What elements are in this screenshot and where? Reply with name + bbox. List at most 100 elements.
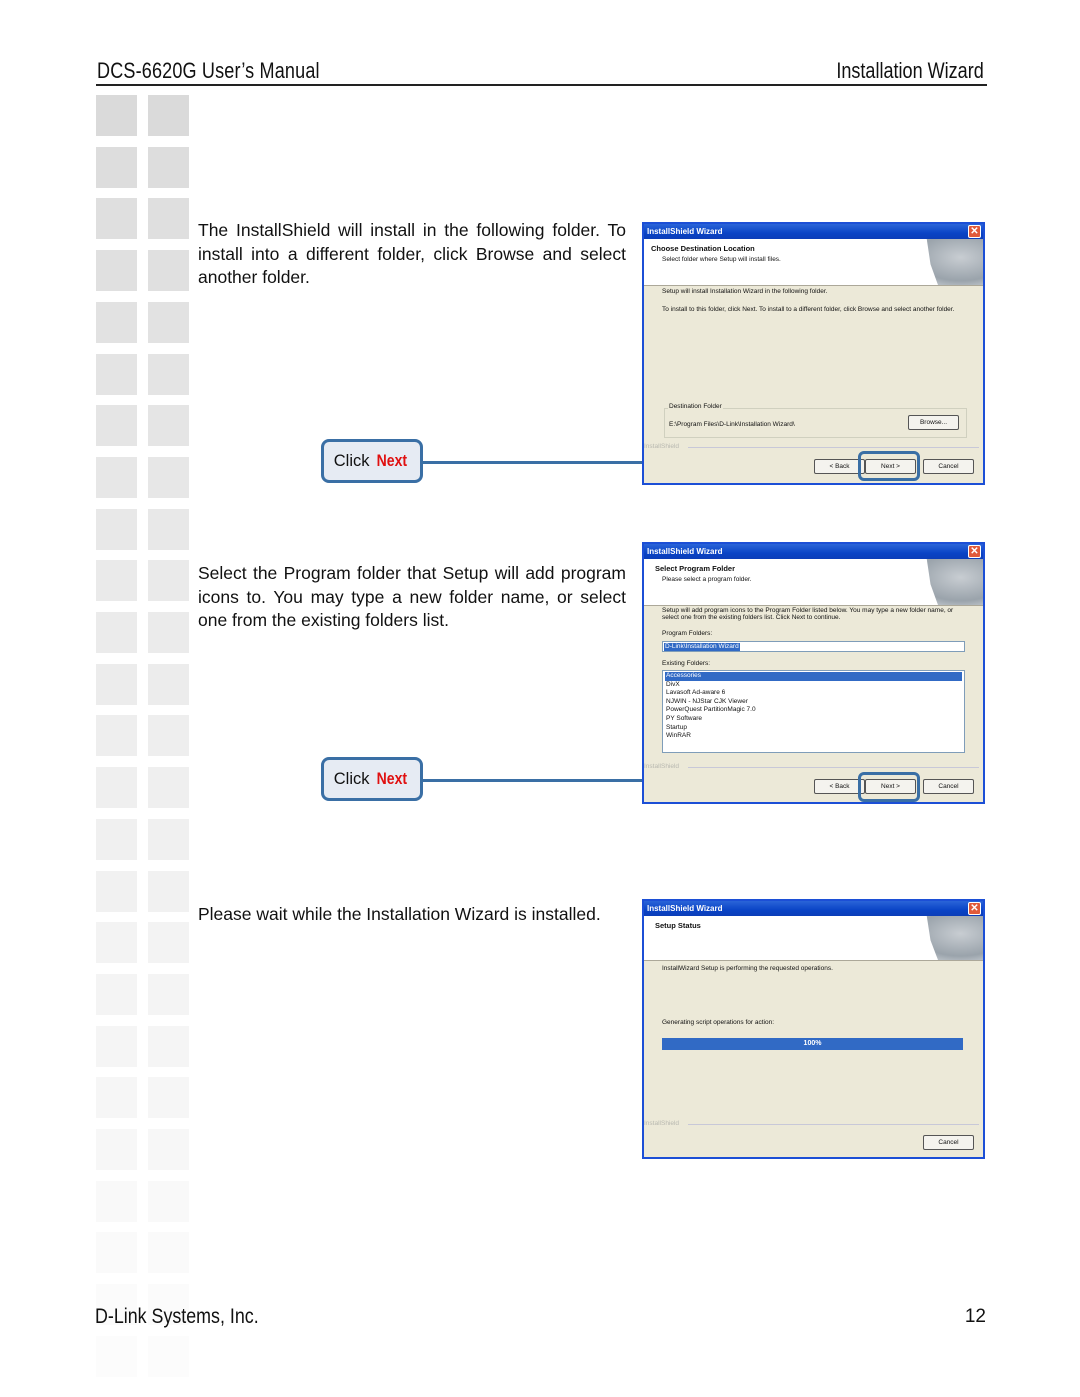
step1-next-highlight <box>858 451 920 481</box>
step2-dialog: InstallShield Wizard ✕ Select Program Fo… <box>642 542 985 804</box>
banner-title: Select Program Folder <box>655 564 736 573</box>
decorative-square <box>96 1335 137 1377</box>
step1-callout: Click Next <box>321 439 423 483</box>
callout-prefix: Click <box>333 769 370 788</box>
decorative-square <box>96 715 137 757</box>
section-title: Installation Wizard <box>836 58 984 83</box>
decorative-square <box>96 301 137 343</box>
dialog-line1: Setup will install Installation Wizard i… <box>662 288 828 295</box>
step2-callout: Click Next <box>321 757 423 801</box>
decorative-square <box>148 250 189 292</box>
decorative-square <box>96 1129 137 1170</box>
decorative-square <box>148 922 189 964</box>
folder-list-item[interactable]: PY Software <box>665 715 962 724</box>
decorative-square <box>96 95 137 136</box>
existing-folders-list[interactable]: Accessories DivX Lavasoft Ad-aware 6 NJWIN … <box>662 670 965 753</box>
decorative-square <box>96 146 137 188</box>
cancel-button[interactable]: Cancel <box>923 779 974 794</box>
decorative-square <box>96 508 137 550</box>
decorative-square <box>148 715 189 757</box>
decorative-square <box>96 1232 137 1274</box>
decorative-square <box>148 560 189 602</box>
destination-path: E:\Program Files\D-Link\Installation Wiz… <box>669 421 795 428</box>
decorative-square <box>96 353 137 395</box>
manual-title: DCS-6620G User’s Manual <box>97 58 320 83</box>
dialog-banner: Setup Status <box>644 916 983 961</box>
decorative-square <box>148 301 189 343</box>
page-curl-icon <box>926 916 983 960</box>
dialog-banner: Select Program Folder Please select a pr… <box>644 559 983 606</box>
decorative-square <box>148 818 189 860</box>
status-line: InstallWizard Setup is performing the re… <box>662 965 833 972</box>
decorative-square <box>96 1025 137 1067</box>
decorative-square <box>96 818 137 860</box>
dialog-title: InstallShield Wizard <box>647 547 723 556</box>
decorative-square <box>148 767 189 809</box>
decorative-square <box>148 1025 189 1067</box>
folder-list-item[interactable]: Startup <box>665 724 962 733</box>
installshield-brand: InstallShield <box>644 443 680 450</box>
banner-title: Setup Status <box>655 921 701 930</box>
banner-subtitle: Select folder where Setup will install f… <box>662 256 781 263</box>
dialog-title: InstallShield Wizard <box>647 904 723 913</box>
brand-divider <box>688 767 979 768</box>
step2-next-highlight <box>858 772 920 802</box>
close-icon[interactable]: ✕ <box>968 225 981 238</box>
decorative-square <box>96 922 137 964</box>
callout-action: Next <box>377 451 408 470</box>
decorative-square <box>148 405 189 447</box>
dialog-line2: To install to this folder, click Next. T… <box>662 306 955 313</box>
action-line: Generating script operations for action: <box>662 1019 775 1026</box>
decorative-square <box>148 508 189 550</box>
decorative-square <box>96 870 137 912</box>
folder-list-item[interactable]: PowerQuest PartitionMagic 7.0 <box>665 706 962 715</box>
decorative-square <box>148 1232 189 1274</box>
callout-action: Next <box>377 769 408 788</box>
step1-dialog: InstallShield Wizard ✕ Choose Destinatio… <box>642 222 985 485</box>
program-folder-input[interactable]: D-Link\Installation Wizard <box>662 641 965 652</box>
browse-button[interactable]: Browse... <box>908 415 959 430</box>
dialog-title: InstallShield Wizard <box>647 227 723 236</box>
progress-label: 100% <box>803 1040 822 1047</box>
folder-list-item[interactable]: WinRAR <box>665 732 962 741</box>
callout-prefix: Click <box>333 451 370 470</box>
step3-description: Please wait while the Installation Wizar… <box>198 904 601 924</box>
folder-list-item[interactable]: DivX <box>665 681 962 690</box>
decorative-square <box>148 663 189 705</box>
decorative-square <box>96 1077 137 1119</box>
close-icon[interactable]: ✕ <box>968 545 981 558</box>
cancel-button[interactable]: Cancel <box>923 459 974 474</box>
dialog-banner: Choose Destination Location Select folde… <box>644 239 983 286</box>
page-curl-icon <box>926 239 983 285</box>
decorative-square <box>96 663 137 705</box>
decorative-square <box>96 1180 137 1222</box>
decorative-square <box>148 146 189 188</box>
header-divider <box>96 84 987 86</box>
close-icon[interactable]: ✕ <box>968 902 981 915</box>
step3-dialog: InstallShield Wizard ✕ Setup Status Inst… <box>642 899 985 1159</box>
decorative-square <box>96 973 137 1015</box>
folder-list-item[interactable]: Lavasoft Ad-aware 6 <box>665 689 962 698</box>
decorative-square <box>96 767 137 809</box>
decorative-square <box>96 612 137 653</box>
folder-list-item[interactable]: Accessories <box>665 672 962 681</box>
decorative-square <box>148 870 189 912</box>
step1-description: The InstallShield will install in the fo… <box>198 220 626 287</box>
decorative-square <box>96 250 137 292</box>
cancel-button[interactable]: Cancel <box>923 1135 974 1150</box>
destination-folder-label: Destination Folder <box>668 403 723 410</box>
folder-list-item[interactable]: NJWIN - NJStar CJK Viewer <box>665 698 962 707</box>
decorative-square <box>96 456 137 498</box>
dialog-titlebar: InstallShield Wizard ✕ <box>644 544 983 559</box>
step2-description: Select the Program folder that Setup wil… <box>198 563 626 630</box>
decorative-square <box>148 1077 189 1119</box>
decorative-square <box>96 198 137 240</box>
decorative-square <box>96 560 137 602</box>
page-number: 12 <box>964 1306 986 1327</box>
progress-bar: 100% <box>662 1038 963 1050</box>
decorative-square <box>148 1335 189 1377</box>
banner-subtitle: Please select a program folder. <box>662 576 752 583</box>
page-curl-icon <box>926 559 983 605</box>
decorative-square <box>148 456 189 498</box>
installshield-brand: InstallShield <box>644 1120 680 1127</box>
